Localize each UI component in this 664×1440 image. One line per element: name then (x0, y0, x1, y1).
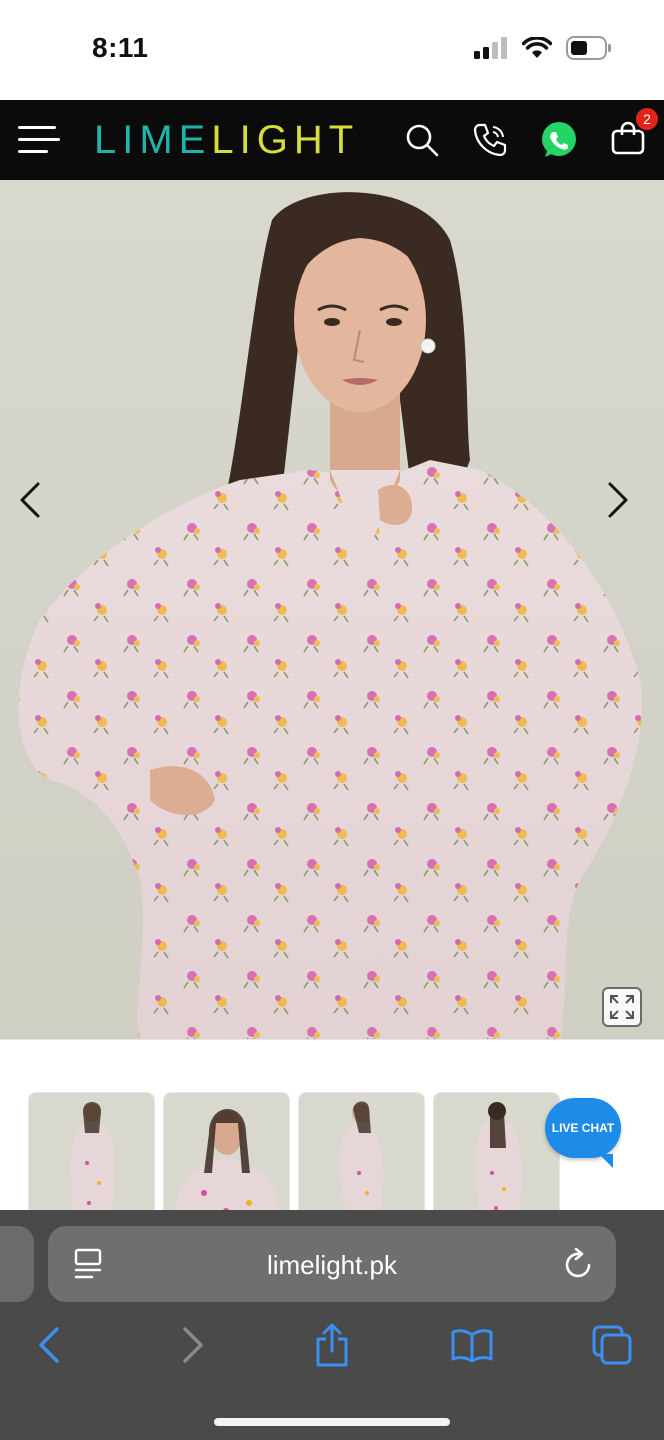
site-logo[interactable]: LIMELIGHT (94, 118, 359, 163)
browser-chrome: limelight.pk (0, 1210, 664, 1440)
share-icon (316, 1323, 348, 1367)
next-image-button[interactable] (598, 480, 638, 520)
site-header: LIMELIGHT 2 (0, 100, 664, 180)
tabs-icon (592, 1325, 632, 1365)
status-bar: 8:11 (0, 0, 664, 100)
back-icon (39, 1327, 59, 1363)
phone-icon (473, 123, 507, 157)
share-button[interactable] (307, 1320, 357, 1370)
cart-wrapper: 2 (610, 105, 660, 161)
thumb-back-image (475, 1102, 522, 1221)
thumbnail-3[interactable] (298, 1092, 425, 1222)
thumbnail-2[interactable] (163, 1092, 290, 1222)
thumb-side-image (339, 1101, 384, 1221)
whatsapp-button[interactable] (536, 100, 582, 180)
reload-icon (565, 1247, 591, 1278)
thumb-front-image (71, 1102, 115, 1221)
status-icons (474, 36, 612, 60)
live-chat-button[interactable]: LIVE CHAT (545, 1098, 621, 1168)
logo-light: LIGHT (211, 118, 360, 162)
previous-tab-preview[interactable] (0, 1226, 34, 1302)
home-indicator[interactable] (214, 1418, 450, 1426)
wifi-icon (522, 37, 552, 58)
status-time: 8:11 (92, 32, 149, 63)
back-button[interactable] (24, 1320, 74, 1370)
search-icon (406, 124, 439, 157)
search-button[interactable] (400, 100, 444, 180)
forward-button[interactable] (168, 1320, 218, 1370)
tabs-button[interactable] (587, 1320, 637, 1370)
browser-toolbar (0, 1320, 664, 1380)
cart-count-badge: 2 (634, 105, 660, 132)
battery-icon (566, 36, 611, 60)
thumbnail-1[interactable] (28, 1092, 155, 1222)
hamburger-icon (18, 126, 60, 153)
model-photo (18, 192, 642, 1039)
expand-icon (610, 995, 634, 1019)
reload-button[interactable] (564, 1247, 594, 1285)
whatsapp-icon (542, 122, 576, 157)
prev-image-button[interactable] (10, 480, 50, 520)
url-text: limelight.pk (266, 1250, 398, 1280)
chevron-right-icon (608, 482, 628, 518)
cart-button[interactable]: 2 (606, 100, 660, 180)
signal-icon (474, 37, 507, 59)
bookmarks-icon (451, 1329, 493, 1363)
bookmarks-button[interactable] (447, 1320, 497, 1370)
chevron-left-icon (20, 482, 40, 518)
call-button[interactable] (468, 100, 512, 180)
logo-lime: LIME (94, 118, 212, 162)
product-main-image[interactable] (0, 180, 664, 1040)
thumbnail-4[interactable] (433, 1092, 560, 1222)
forward-icon (183, 1327, 203, 1363)
thumbnail-strip (28, 1092, 560, 1222)
menu-button[interactable] (14, 100, 64, 180)
address-bar[interactable]: limelight.pk (48, 1226, 616, 1302)
thumb-closeup-image (174, 1109, 281, 1221)
expand-image-button[interactable] (602, 987, 642, 1027)
